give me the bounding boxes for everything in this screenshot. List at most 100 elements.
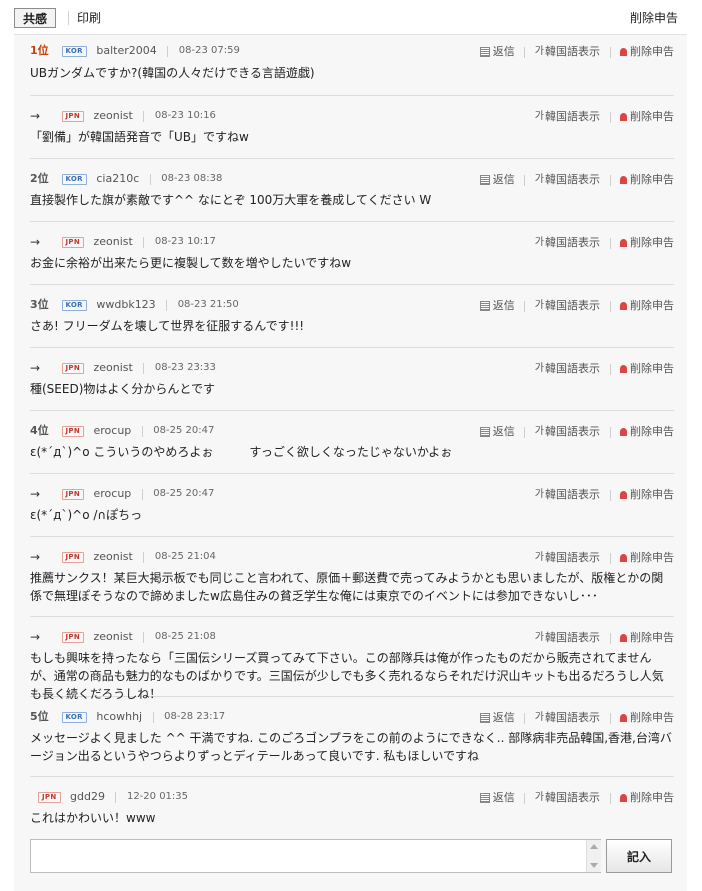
report-icon [620, 48, 627, 56]
empathy-button[interactable]: 共感 [14, 8, 57, 28]
comment-text: 種(SEED)物はよく分からんとです [30, 382, 216, 396]
report-icon [620, 794, 627, 802]
report-icon [620, 113, 627, 121]
report-button[interactable]: 削除申告 [630, 236, 674, 250]
reply-item: → JPN zeonist 08-25 21:04 가韓国語表示 削除申告 推薦… [30, 537, 674, 617]
reply-button[interactable]: 返信 [493, 711, 515, 725]
country-flag: JPN [61, 362, 84, 374]
report-button[interactable]: 削除申告 [630, 631, 674, 645]
reply-arrow-icon: → [30, 109, 41, 123]
toolbar-divider [68, 11, 69, 25]
korean-display-button[interactable]: 韓国語表示 [545, 711, 600, 725]
korean-display-button[interactable]: 韓国語表示 [545, 631, 600, 645]
comment-input-scrollbar[interactable] [586, 840, 601, 872]
submit-comment-button[interactable]: 記入 [606, 839, 672, 873]
korean-icon: 가 [534, 46, 544, 57]
username[interactable]: cia210c [96, 172, 139, 186]
country-flag: KOR [61, 173, 87, 185]
country-flag: JPN [61, 110, 84, 122]
username[interactable]: zeonist [94, 235, 133, 249]
scroll-down-icon[interactable] [590, 863, 598, 868]
korean-display-button[interactable]: 韓国語表示 [545, 551, 600, 565]
korean-display-button[interactable]: 韓国語表示 [545, 488, 600, 502]
comment-item: 4位 JPN erocup 08-25 20:47 返信 가韓国語表示 削除申告… [30, 411, 674, 474]
comment-text: これはかわいい！www [30, 811, 156, 825]
rank-label: 4位 [30, 424, 49, 437]
country-flag: KOR [61, 299, 87, 311]
reply-item: → JPN zeonist 08-23 23:33 가韓国語表示 削除申告 種(… [30, 348, 674, 411]
country-flag: JPN [38, 791, 61, 803]
korean-display-button[interactable]: 韓国語表示 [545, 299, 600, 313]
reply-button[interactable]: 返信 [493, 425, 515, 439]
reply-icon [479, 713, 490, 723]
reply-icon [479, 427, 490, 437]
comment-text: 「劉備」が韓国語発音で「UB」ですねw [30, 130, 249, 144]
reply-item: → JPN erocup 08-25 20:47 가韓国語表示 削除申告 ε(*… [30, 474, 674, 537]
username[interactable]: gdd29 [70, 790, 105, 804]
username[interactable]: zeonist [94, 109, 133, 123]
korean-display-button[interactable]: 韓国語表示 [545, 173, 600, 187]
report-button[interactable]: 削除申告 [630, 791, 674, 805]
korean-display-button[interactable]: 韓国語表示 [545, 45, 600, 59]
username[interactable]: zeonist [94, 550, 133, 564]
reply-button[interactable]: 返信 [493, 45, 515, 59]
report-icon [620, 634, 627, 642]
reply-arrow-icon: → [30, 630, 41, 644]
username[interactable]: balter2004 [96, 44, 156, 58]
comment-text: もしも興味を持ったなら「三国伝シリーズ買ってみて下さい。この部隊兵は俺が作ったも… [30, 651, 664, 701]
country-flag: KOR [61, 45, 87, 57]
username[interactable]: hcowhhj [96, 710, 142, 724]
scroll-up-icon[interactable] [590, 844, 598, 849]
korean-display-button[interactable]: 韓国語表示 [545, 236, 600, 250]
top-toolbar: 共感 印刷 削除申告 [0, 0, 702, 34]
reply-button[interactable]: 返信 [493, 299, 515, 313]
comment-item: 3位 KOR wwdbk123 08-23 21:50 返信 가韓国語表示 削除… [30, 285, 674, 348]
reply-button[interactable]: 返信 [493, 791, 515, 805]
korean-display-button[interactable]: 韓国語表示 [545, 791, 600, 805]
report-button[interactable]: 削除申告 [630, 551, 674, 565]
korean-icon: 가 [534, 237, 544, 248]
reply-icon [479, 175, 490, 185]
report-icon [620, 714, 627, 722]
report-button[interactable]: 削除申告 [630, 362, 674, 376]
username[interactable]: wwdbk123 [96, 298, 155, 312]
country-flag: KOR [61, 711, 87, 723]
report-button[interactable]: 削除申告 [630, 45, 674, 59]
report-button[interactable]: 削除申告 [630, 110, 674, 124]
korean-icon: 가 [534, 300, 544, 311]
reply-arrow-icon: → [30, 235, 41, 249]
report-button[interactable]: 削除申告 [630, 299, 674, 313]
report-button[interactable]: 削除申告 [630, 488, 674, 502]
korean-icon: 가 [534, 552, 544, 563]
report-icon [620, 428, 627, 436]
korean-display-button[interactable]: 韓国語表示 [545, 362, 600, 376]
reply-arrow-icon: → [30, 361, 41, 375]
comment-input[interactable] [30, 839, 601, 873]
country-flag: JPN [61, 551, 84, 563]
username[interactable]: erocup [94, 487, 132, 501]
report-button[interactable]: 削除申告 [630, 711, 674, 725]
report-button[interactable]: 削除申告 [630, 173, 674, 187]
country-flag: JPN [61, 631, 84, 643]
timestamp: 08-23 07:59 [178, 45, 240, 56]
korean-display-button[interactable]: 韓国語表示 [545, 110, 600, 124]
comment-item: 1位 KOR balter2004 08-23 07:59 返信 가韓国語表示 … [30, 35, 674, 96]
timestamp: 12-20 01:35 [126, 791, 189, 802]
comment-text: さあ! フリーダムを壊して世界を征服するんです!!! [30, 319, 305, 333]
username[interactable]: erocup [94, 424, 132, 438]
username[interactable]: zeonist [94, 361, 133, 375]
report-post-button[interactable]: 削除申告 [630, 11, 678, 25]
rank-label: 5位 [30, 710, 49, 723]
report-icon [620, 239, 627, 247]
username[interactable]: zeonist [94, 630, 133, 644]
comment-item: 2位 KOR cia210c 08-23 08:38 返信 가韓国語表示 削除申… [30, 159, 674, 222]
timestamp: 08-23 23:33 [154, 362, 216, 373]
reply-button[interactable]: 返信 [493, 173, 515, 187]
reply-arrow-icon: → [30, 550, 41, 564]
timestamp: 08-28 23:17 [164, 711, 226, 722]
report-button[interactable]: 削除申告 [630, 425, 674, 439]
korean-display-button[interactable]: 韓国語表示 [545, 425, 600, 439]
reply-icon [479, 793, 490, 803]
timestamp: 08-23 21:50 [177, 299, 239, 310]
print-button[interactable]: 印刷 [77, 11, 101, 25]
